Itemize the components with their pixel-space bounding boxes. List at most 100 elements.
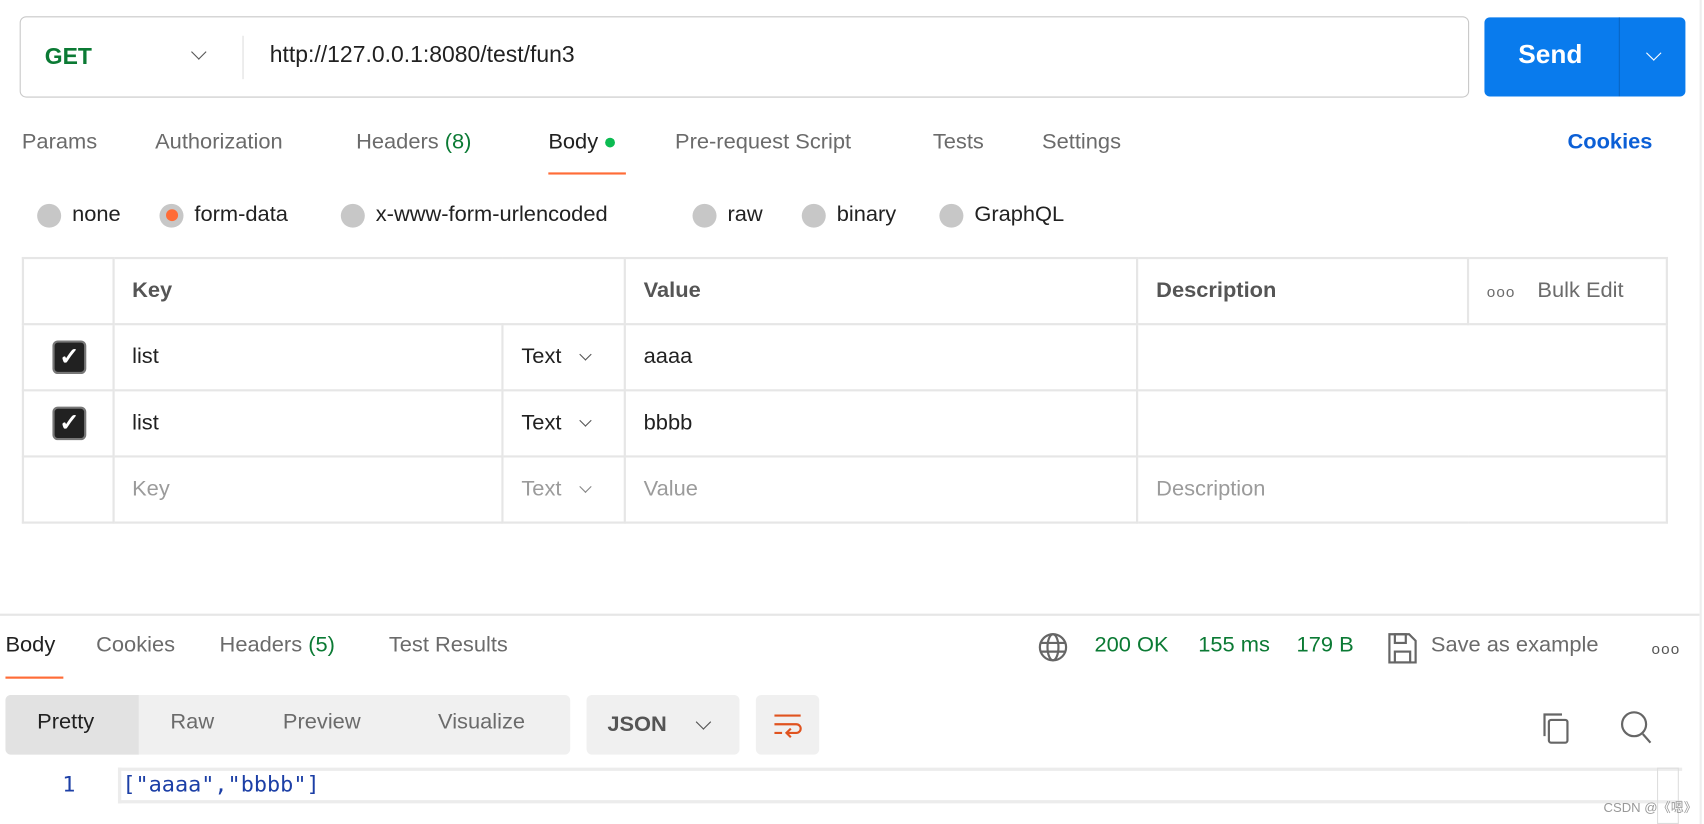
view-raw[interactable]: Raw [170,710,214,735]
type-label: Text [521,477,562,501]
radio-urlencoded[interactable]: x-www-form-urlencoded [340,202,608,228]
radio-label: x-www-form-urlencoded [375,202,608,227]
header-value: Value [623,256,1139,326]
radio-graphql[interactable]: GraphQL [939,203,1064,228]
format-label: JSON [607,712,667,737]
save-icon[interactable] [1387,632,1418,665]
method-select[interactable]: GET [45,44,92,70]
key-cell[interactable]: list [112,323,504,392]
save-as-example-button[interactable]: Save as example [1431,633,1599,658]
form-data-table: Key Value Description ooo Bulk Edit ✓ lis… [21,256,1668,524]
headers-count: (8) [444,130,472,154]
radio-raw[interactable]: raw [692,203,763,228]
radio-form-data[interactable]: form-data [159,202,288,228]
divider [1618,17,1620,97]
radio-label: binary [836,202,897,227]
globe-icon[interactable] [1038,632,1069,662]
url-input[interactable]: http://127.0.0.1:8080/test/fun3 [270,42,575,68]
wrap-icon [774,714,802,739]
empty-check [21,455,115,524]
table-row-new: Key Text Value Description [21,455,1668,524]
active-dot-icon [604,137,615,148]
tab-label: Headers [219,633,303,658]
table-row: ✓ list Text aaaa [21,323,1668,392]
description-cell[interactable] [1136,323,1668,392]
type-select[interactable]: Text [501,389,627,458]
bulk-edit-label: Bulk Edit [1537,278,1624,303]
radio-icon [37,203,62,228]
type-label: Text [521,410,562,435]
view-preview[interactable]: Preview [283,710,361,735]
radio-label: form-data [194,202,288,227]
bulk-edit-button[interactable]: ooo Bulk Edit [1467,256,1668,326]
value-cell[interactable]: bbbb [623,389,1139,458]
tab-pre-request-script[interactable]: Pre-request Script [675,130,851,155]
chevron-down-icon[interactable] [1646,45,1662,61]
chevron-down-icon [579,348,592,361]
send-label: Send [1518,40,1583,70]
line-number: 1 [62,770,76,797]
request-bar: GET http://127.0.0.1:8080/test/fun3 [19,16,1470,98]
description-cell[interactable] [1136,389,1668,458]
active-tab-underline [548,172,626,175]
description-input[interactable]: Description [1136,455,1668,524]
response-tab-body[interactable]: Body [5,633,55,658]
view-visualize[interactable]: Visualize [438,710,525,735]
radio-binary[interactable]: binary [801,202,897,228]
radio-icon [340,203,365,228]
view-pretty[interactable]: Pretty [37,710,94,735]
radio-label: GraphQL [974,202,1065,227]
search-icon[interactable] [1619,709,1654,746]
format-select[interactable]: JSON [586,694,740,755]
chevron-down-icon [579,480,592,493]
status-code[interactable]: 200 OK [1094,633,1168,658]
active-tab-underline [5,676,64,679]
value-cell[interactable]: aaaa [623,323,1139,392]
type-select[interactable]: Text [501,323,627,392]
tab-body[interactable]: Body [548,130,615,155]
headers-count: (5) [308,633,335,658]
tab-settings[interactable]: Settings [1042,130,1121,155]
wrap-lines-button[interactable] [755,694,820,755]
response-tab-headers[interactable]: Headers (5) [220,633,335,658]
table-header: Key Value Description ooo Bulk Edit [21,256,1668,326]
row-checkbox[interactable]: ✓ [52,406,87,441]
pane-divider[interactable] [0,613,1700,616]
radio-icon [801,203,826,228]
window-edge [1699,0,1702,824]
radio-icon [939,203,964,228]
radio-none[interactable]: none [37,203,121,228]
row-checkbox[interactable]: ✓ [52,340,87,375]
divider [242,35,244,80]
code-line: ["aaaa","bbbb"] [122,770,320,797]
type-label: Text [521,344,562,369]
header-description: Description [1136,256,1470,326]
tab-params[interactable]: Params [22,130,97,155]
response-time[interactable]: 155 ms [1198,633,1270,658]
send-button[interactable]: Send [1484,17,1686,97]
type-select[interactable]: Text [501,455,627,524]
table-row: ✓ list Text bbbb [21,389,1668,458]
response-size[interactable]: 179 B [1297,633,1354,658]
tab-tests[interactable]: Tests [933,130,984,155]
header-key: Key [112,256,627,326]
copy-icon[interactable] [1540,710,1573,745]
chevron-down-icon[interactable] [191,44,207,60]
chevron-down-icon [695,714,712,730]
more-options-icon[interactable]: ooo [1652,640,1681,657]
postman-request-view: GET http://127.0.0.1:8080/test/fun3 Send… [0,0,1704,824]
key-input[interactable]: Key [112,455,504,524]
radio-label: none [72,202,121,227]
radio-selected-icon [159,203,184,228]
radio-icon [692,203,717,228]
tab-label: Body [548,130,599,154]
more-icon[interactable]: ooo [1487,283,1516,300]
response-tab-test-results[interactable]: Test Results [389,633,508,658]
tab-headers[interactable]: Headers (8) [356,130,471,155]
value-input[interactable]: Value [623,455,1139,524]
cookies-link[interactable]: Cookies [1567,130,1652,155]
tab-authorization[interactable]: Authorization [155,130,283,155]
code-editor[interactable] [117,767,1683,804]
response-tab-cookies[interactable]: Cookies [96,633,175,658]
key-cell[interactable]: list [112,389,504,458]
